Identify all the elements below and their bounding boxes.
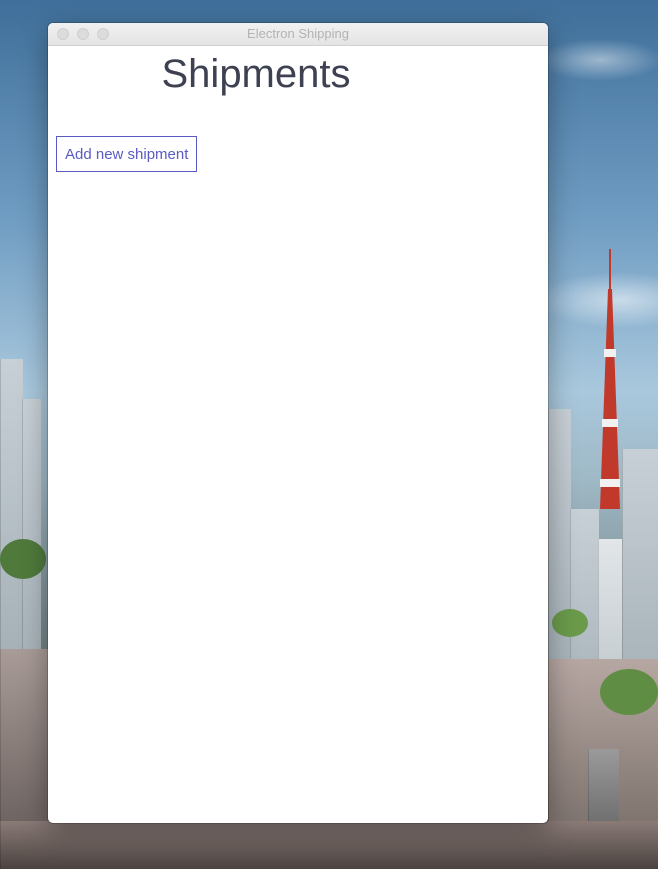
tower-illustration — [598, 249, 622, 509]
page-title: Shipments — [161, 52, 351, 96]
add-shipment-button[interactable]: Add new shipment — [56, 136, 198, 172]
window-titlebar[interactable]: Electron Shipping — [48, 23, 548, 46]
app-window: Electron Shipping Shipments Add new ship… — [48, 23, 548, 823]
main-content: Shipments Add new shipment — [48, 46, 548, 823]
window-title: Electron Shipping — [247, 26, 349, 41]
